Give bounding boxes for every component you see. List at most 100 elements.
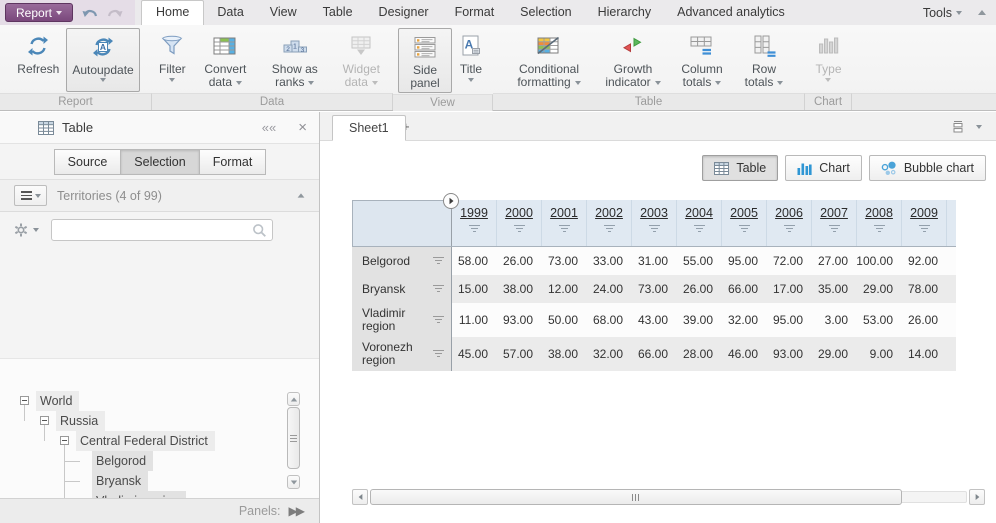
scroll-left-button[interactable] <box>352 489 368 505</box>
row-header-vladimir-region[interactable]: Vladimir region <box>352 303 452 337</box>
undo-button[interactable] <box>79 4 99 22</box>
row-totals-button[interactable]: Row totals <box>734 28 794 92</box>
redo-button[interactable] <box>105 4 125 22</box>
growth-indicator-button[interactable]: Growth indicator <box>596 28 670 92</box>
column-header-2003[interactable]: 2003 <box>632 200 677 246</box>
year-link[interactable]: 2004 <box>685 206 713 220</box>
column-header-2004[interactable]: 2004 <box>677 200 722 246</box>
gear-icon[interactable] <box>14 223 28 237</box>
column-header-2002[interactable]: 2002 <box>587 200 632 246</box>
filter-icon[interactable] <box>433 257 444 266</box>
show-as-ranks-button[interactable]: 1 2 3 Show as ranks <box>260 28 329 92</box>
filter-icon[interactable] <box>469 225 480 234</box>
panel-close-icon[interactable]: × <box>298 119 307 136</box>
corner-expand-button[interactable] <box>443 193 459 209</box>
row-header-voronezh-region[interactable]: Voronezh region <box>352 337 452 371</box>
filter-button[interactable]: Filter <box>154 28 191 92</box>
filter-icon[interactable] <box>514 225 525 234</box>
tab-source[interactable]: Source <box>54 149 122 175</box>
filter-icon[interactable] <box>694 225 705 234</box>
filter-icon[interactable] <box>433 316 444 325</box>
year-link[interactable]: 2009 <box>910 206 938 220</box>
menu-tab-selection[interactable]: Selection <box>507 1 584 25</box>
menu-tab-format[interactable]: Format <box>442 1 508 25</box>
filter-icon[interactable] <box>649 225 660 234</box>
autoupdate-button[interactable]: A Autoupdate <box>66 28 139 92</box>
scrollbar-thumb[interactable] <box>370 489 902 505</box>
column-header-2005[interactable]: 2005 <box>722 200 767 246</box>
year-link[interactable]: 2001 <box>550 206 578 220</box>
report-menu-button[interactable]: Report <box>5 3 73 22</box>
year-link[interactable]: 2003 <box>640 206 668 220</box>
tree-node-bryansk[interactable]: Bryansk <box>92 471 148 491</box>
scroll-right-button[interactable] <box>969 489 985 505</box>
tree-node-russia[interactable]: Russia <box>56 411 105 431</box>
menu-tab-table[interactable]: Table <box>310 1 366 25</box>
dropdown-arrow-icon[interactable] <box>976 125 982 129</box>
menu-tab-home[interactable]: Home <box>141 0 204 25</box>
menu-tab-data[interactable]: Data <box>204 1 256 25</box>
scrollbar-thumb[interactable] <box>287 407 300 469</box>
year-link[interactable]: 2006 <box>775 206 803 220</box>
filter-icon[interactable] <box>433 350 444 359</box>
column-header-2009[interactable]: 2009 <box>902 200 947 246</box>
section-collapse-icon[interactable] <box>298 193 305 197</box>
year-link[interactable]: 1999 <box>460 206 488 220</box>
table-corner-cell[interactable] <box>352 200 452 246</box>
filter-icon[interactable] <box>433 285 444 294</box>
convert-data-button[interactable]: Convert data <box>193 28 258 92</box>
column-header-2001[interactable]: 2001 <box>542 200 587 246</box>
filter-icon[interactable] <box>559 225 570 234</box>
year-link[interactable]: 2007 <box>820 206 848 220</box>
column-header-2006[interactable]: 2006 <box>767 200 812 246</box>
collapse-toggle-icon[interactable] <box>60 436 69 445</box>
menu-tab-view[interactable]: View <box>257 1 310 25</box>
tab-selection[interactable]: Selection <box>120 149 199 175</box>
year-link[interactable]: 2002 <box>595 206 623 220</box>
menu-tab-designer[interactable]: Designer <box>366 1 442 25</box>
scroll-up-button[interactable] <box>287 392 300 406</box>
collapse-toggle-icon[interactable] <box>20 396 29 405</box>
tools-menu-button[interactable]: Tools <box>923 6 962 20</box>
collapse-toggle-icon[interactable] <box>40 416 49 425</box>
year-link[interactable]: 2005 <box>730 206 758 220</box>
column-header-2008[interactable]: 2008 <box>857 200 902 246</box>
year-link[interactable]: 2000 <box>505 206 533 220</box>
view-chart-button[interactable]: Chart <box>785 155 862 181</box>
row-header-bryansk[interactable]: Bryansk <box>352 275 452 303</box>
view-table-button[interactable]: Table <box>702 155 778 181</box>
side-panel-button[interactable]: Side panel <box>398 28 452 93</box>
panel-collapse-icon[interactable]: «« <box>262 120 276 135</box>
column-header-2000[interactable]: 2000 <box>497 200 542 246</box>
tree-node-world[interactable]: World <box>36 391 79 411</box>
tree-node-central-federal-district[interactable]: Central Federal District <box>76 431 215 451</box>
scroll-down-button[interactable] <box>287 475 300 489</box>
column-header-1999[interactable]: 1999 <box>452 200 497 246</box>
filter-icon[interactable] <box>919 225 930 234</box>
panels-expand-icon[interactable]: ▶▶ <box>289 504 303 518</box>
filter-icon[interactable] <box>784 225 795 234</box>
sheet-tab[interactable]: Sheet1 <box>332 115 406 141</box>
horizontal-scrollbar[interactable] <box>352 489 985 505</box>
layout-icon[interactable] <box>952 120 964 133</box>
year-link[interactable]: 2008 <box>865 206 893 220</box>
dimension-menu-button[interactable] <box>14 185 47 206</box>
refresh-button[interactable]: Refresh <box>12 28 64 92</box>
conditional-formatting-button[interactable]: Conditional formatting <box>504 28 594 92</box>
filter-icon[interactable] <box>829 225 840 234</box>
menu-tab-hierarchy[interactable]: Hierarchy <box>585 1 665 25</box>
tree-node-vladimir-region[interactable]: Vladimir region <box>92 491 186 498</box>
filter-icon[interactable] <box>874 225 885 234</box>
column-header-2007[interactable]: 2007 <box>812 200 857 246</box>
filter-icon[interactable] <box>604 225 615 234</box>
filter-icon[interactable] <box>739 225 750 234</box>
view-bubble-chart-button[interactable]: Bubble chart <box>869 155 986 181</box>
tree-scrollbar[interactable] <box>287 392 300 489</box>
title-button[interactable]: A Title <box>454 28 488 93</box>
menu-tab-advanced-analytics[interactable]: Advanced analytics <box>664 1 798 25</box>
row-header-belgorod[interactable]: Belgorod <box>352 247 452 275</box>
tab-format[interactable]: Format <box>199 149 267 175</box>
column-totals-button[interactable]: Column totals <box>672 28 732 92</box>
tree-node-belgorod[interactable]: Belgorod <box>92 451 153 471</box>
search-input[interactable] <box>52 223 252 237</box>
